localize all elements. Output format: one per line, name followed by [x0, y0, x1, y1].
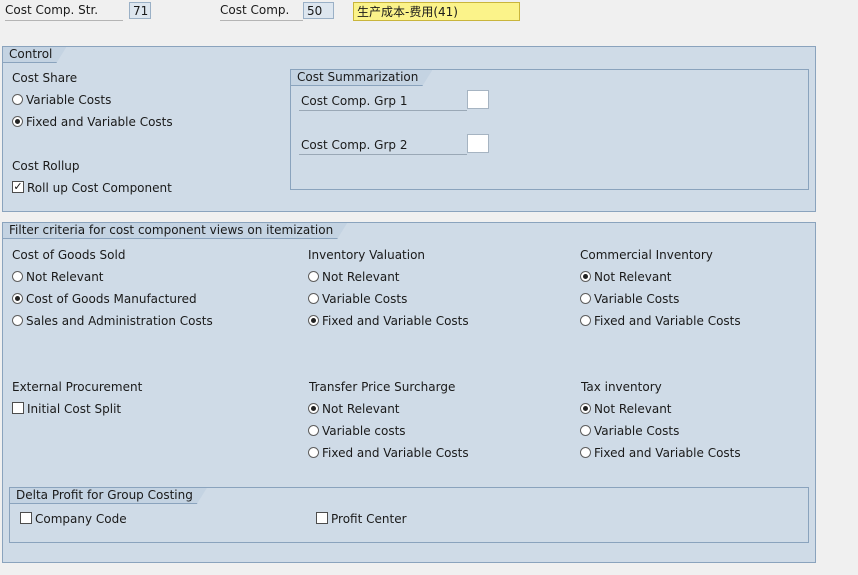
radio-label: Variable Costs	[594, 292, 680, 306]
cost-comp-description: 生产成本-费用(41)	[353, 2, 520, 21]
radio-button[interactable]	[12, 315, 23, 326]
radio-button-selected[interactable]	[308, 315, 319, 326]
radio-label: Fixed and Variable Costs	[26, 115, 173, 129]
cost-comp-grp1-input[interactable]	[467, 90, 489, 109]
radio-button[interactable]	[12, 271, 23, 282]
radio-label: Variable Costs	[594, 424, 680, 438]
external-procurement-label: External Procurement	[12, 380, 143, 394]
radio-label: Not Relevant	[594, 270, 672, 284]
radio-button[interactable]	[308, 293, 319, 304]
commercial-inventory-label: Commercial Inventory	[580, 248, 713, 262]
checkbox-label: Initial Cost Split	[27, 402, 122, 416]
checkbox[interactable]	[12, 402, 24, 414]
checkbox-label: Profit Center	[331, 512, 407, 526]
radio-button[interactable]	[308, 425, 319, 436]
radio-label: Fixed and Variable Costs	[594, 314, 741, 328]
cost-comp-str-label: Cost Comp. Str.	[5, 3, 123, 21]
tax-inventory-label: Tax inventory	[581, 380, 662, 394]
radio-button-selected[interactable]	[580, 271, 591, 282]
cost-rollup-label: Cost Rollup	[12, 159, 80, 173]
radio-label: Fixed and Variable Costs	[594, 446, 741, 460]
cost-share-label: Cost Share	[12, 71, 78, 85]
radio-label: Cost of Goods Manufactured	[26, 292, 197, 306]
radio-button-selected[interactable]	[12, 293, 23, 304]
radio-label: Not Relevant	[594, 402, 672, 416]
radio-button[interactable]	[308, 447, 319, 458]
radio-button[interactable]	[580, 447, 591, 458]
cost-comp-grp2-label: Cost Comp. Grp 2	[301, 138, 408, 152]
radio-label: Fixed and Variable Costs	[322, 446, 469, 460]
transfer-price-surcharge-label: Transfer Price Surcharge	[309, 380, 456, 394]
delta-profit-group: Delta Profit for Group Costing Company C…	[9, 487, 809, 543]
checkbox-checked[interactable]: ✓	[12, 181, 24, 193]
filter-criteria-title: Filter criteria for cost component views…	[3, 223, 347, 239]
checkbox[interactable]	[316, 512, 328, 524]
filter-criteria-group: Filter criteria for cost component views…	[2, 222, 816, 563]
cost-summarization-title: Cost Summarization	[291, 70, 432, 86]
cost-of-goods-sold-label: Cost of Goods Sold	[12, 248, 126, 262]
delta-profit-title: Delta Profit for Group Costing	[10, 488, 207, 504]
radio-label: Variable Costs	[322, 292, 408, 306]
radio-button[interactable]	[580, 315, 591, 326]
radio-label: Fixed and Variable Costs	[322, 314, 469, 328]
radio-button[interactable]	[580, 293, 591, 304]
checkbox-label: Company Code	[35, 512, 127, 526]
radio-label: Variable costs	[322, 424, 406, 438]
grp2-underline	[299, 154, 467, 155]
cost-comp-grp1-label: Cost Comp. Grp 1	[301, 94, 408, 108]
cost-comp-grp2-input[interactable]	[467, 134, 489, 153]
inventory-valuation-label: Inventory Valuation	[308, 248, 426, 262]
radio-label: Not Relevant	[322, 402, 400, 416]
cost-summarization-group: Cost Summarization Cost Comp. Grp 1 Cost…	[290, 69, 809, 190]
control-group-title: Control	[3, 47, 66, 63]
radio-label: Not Relevant	[26, 270, 104, 284]
cost-comp-field[interactable]: 50	[303, 2, 334, 19]
checkbox-label: Roll up Cost Component	[27, 181, 172, 195]
radio-button[interactable]	[12, 94, 23, 105]
radio-label: Sales and Administration Costs	[26, 314, 213, 328]
control-group: Control Cost Share Variable Costs Fixed …	[2, 46, 816, 212]
radio-label: Not Relevant	[322, 270, 400, 284]
radio-button-selected[interactable]	[12, 116, 23, 127]
radio-button[interactable]	[580, 425, 591, 436]
radio-button-selected[interactable]	[308, 403, 319, 414]
cost-comp-str-field[interactable]: 71	[129, 2, 151, 19]
checkbox[interactable]	[20, 512, 32, 524]
radio-label: Variable Costs	[26, 93, 112, 107]
grp1-underline	[299, 110, 467, 111]
cost-comp-label: Cost Comp.	[220, 3, 303, 21]
radio-button-selected[interactable]	[580, 403, 591, 414]
radio-button[interactable]	[308, 271, 319, 282]
